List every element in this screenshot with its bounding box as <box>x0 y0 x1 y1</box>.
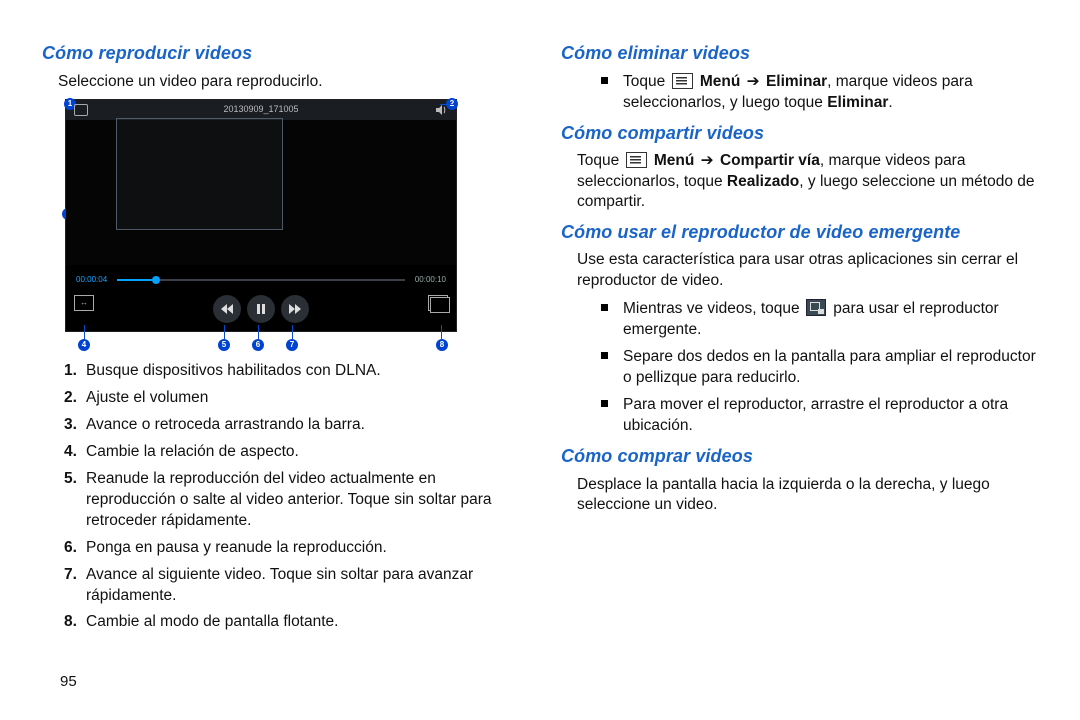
callout-8-line <box>441 325 442 339</box>
seek-time-current: 00:00:04 <box>76 275 107 286</box>
txt-bold: Eliminar <box>766 73 827 90</box>
step-5: Reanude la reproducción del video actual… <box>64 469 519 532</box>
seek-time-total: 00:00:10 <box>415 275 446 286</box>
buy-paragraph: Desplace la pantalla hacia la izquierda … <box>577 475 1038 516</box>
player-controls: ↔ <box>66 291 456 331</box>
player-top-bar: 20130909_171005 <box>66 100 456 120</box>
popup-bullet-2: Separe dos dedos en la pantalla para amp… <box>595 347 1038 389</box>
heading-play-videos: Cómo reproducir videos <box>42 42 519 66</box>
txt-bold: Realizado <box>727 173 799 190</box>
txt: Mientras ve videos, toque <box>623 300 804 317</box>
callout-7-line <box>292 325 293 339</box>
txt-bold: Menú <box>654 152 694 169</box>
menu-icon <box>626 152 647 168</box>
step-4: Cambie la relación de aspecto. <box>64 442 519 463</box>
arrow-icon: ➔ <box>696 152 718 169</box>
step-3: Avance o retroceda arrastrando la barra. <box>64 415 519 436</box>
popup-bullet-1: Mientras ve videos, toque para usar el r… <box>595 299 1038 341</box>
heading-share-videos: Cómo compartir videos <box>561 122 1038 146</box>
callout-5: 5 <box>218 339 230 351</box>
steps-list: Busque dispositivos habilitados con DLNA… <box>64 361 519 633</box>
heading-delete-videos: Cómo eliminar videos <box>561 42 1038 66</box>
step-8: Cambie al modo de pantalla flotante. <box>64 612 519 633</box>
popup-player-icon <box>806 299 826 316</box>
callout-4-line <box>84 325 85 339</box>
play-intro: Seleccione un video para reproducirlo. <box>58 72 519 92</box>
prev-button[interactable] <box>213 295 241 323</box>
txt-bold: Menú <box>700 73 740 90</box>
step-6: Ponga en pausa y reanude la reproducción… <box>64 538 519 559</box>
arrow-icon: ➔ <box>742 73 764 90</box>
video-canvas[interactable] <box>66 120 456 265</box>
page-number: 95 <box>60 672 77 692</box>
delete-bullets: Toque Menú ➔ Eliminar, marque videos par… <box>595 72 1038 114</box>
callout-6-line <box>258 325 259 339</box>
callout-4: 4 <box>78 339 90 351</box>
aspect-ratio-button[interactable]: ↔ <box>74 295 94 311</box>
seek-fill <box>117 279 152 281</box>
callout-5-line <box>224 325 225 339</box>
callout-6: 6 <box>252 339 264 351</box>
next-button[interactable] <box>281 295 309 323</box>
recording-filename: 20130909_171005 <box>223 104 298 116</box>
callout-7: 7 <box>286 339 298 351</box>
popup-player-button[interactable] <box>428 295 448 311</box>
video-player[interactable]: 20130909_171005 00:00:04 00:00:10 <box>66 100 456 331</box>
share-paragraph: Toque Menú ➔ Compartir vía, marque video… <box>577 151 1038 212</box>
seek-handle[interactable] <box>152 276 160 284</box>
left-column: Cómo reproducir videos Seleccione un vid… <box>42 36 519 684</box>
txt: Toque <box>623 73 670 90</box>
step-7: Avance al siguiente video. Toque sin sol… <box>64 565 519 607</box>
popup-bullet-3: Para mover el reproductor, arrastre el r… <box>595 395 1038 437</box>
popup-intro: Use esta característica para usar otras … <box>577 250 1038 291</box>
step-2: Ajuste el volumen <box>64 388 519 409</box>
dlna-icon[interactable] <box>74 104 88 116</box>
touch-overlay <box>116 118 283 230</box>
seek-bar[interactable] <box>117 279 405 281</box>
delete-bullet-1: Toque Menú ➔ Eliminar, marque videos par… <box>595 72 1038 114</box>
video-player-figure: 1 2 3 20130909_171005 00:00:0 <box>66 100 456 331</box>
txt: . <box>888 94 892 111</box>
callout-8: 8 <box>436 339 448 351</box>
callout-2-line <box>440 104 452 105</box>
txt-bold: Compartir vía <box>720 152 820 169</box>
txt-bold: Eliminar <box>827 94 888 111</box>
heading-buy-videos: Cómo comprar videos <box>561 445 1038 469</box>
step-1: Busque dispositivos habilitados con DLNA… <box>64 361 519 382</box>
seek-row: 00:00:04 00:00:10 <box>66 265 456 291</box>
txt: Toque <box>577 152 624 169</box>
right-column: Cómo eliminar videos Toque Menú ➔ Elimin… <box>561 36 1038 684</box>
pause-button[interactable] <box>247 295 275 323</box>
menu-icon <box>672 73 693 89</box>
heading-popup-player: Cómo usar el reproductor de video emerge… <box>561 221 1038 245</box>
popup-bullets: Mientras ve videos, toque para usar el r… <box>595 299 1038 437</box>
